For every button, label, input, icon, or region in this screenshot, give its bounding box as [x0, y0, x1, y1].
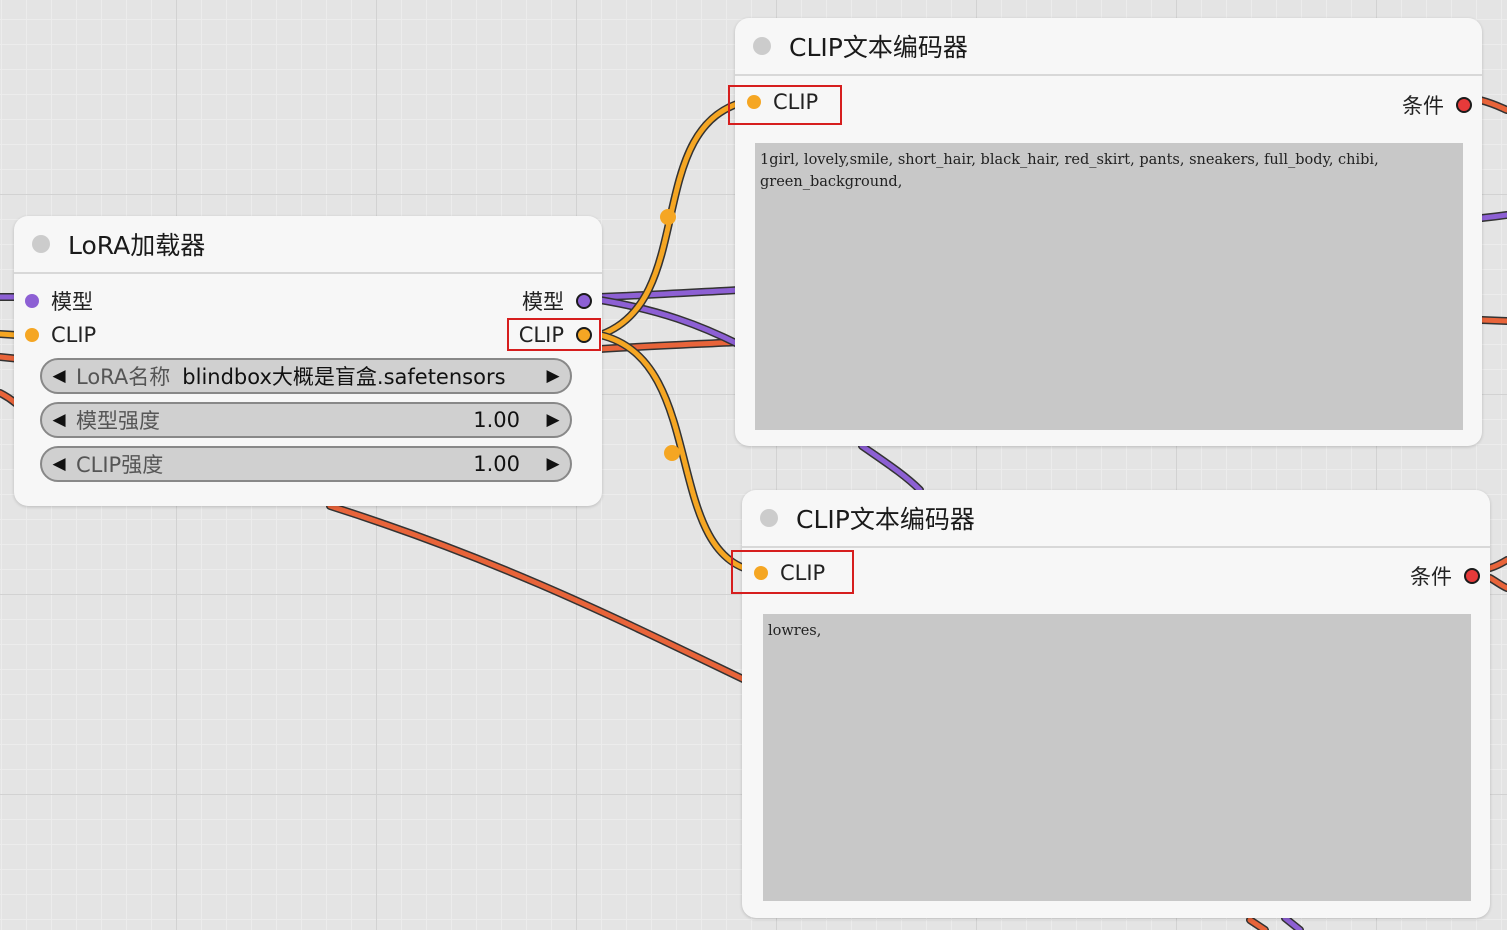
arrow-left-icon[interactable]: ◀ — [42, 410, 76, 430]
link-midpoint-dot[interactable] — [660, 209, 676, 225]
arrow-left-icon[interactable]: ◀ — [42, 366, 76, 386]
link-midpoint-dot[interactable] — [664, 445, 680, 461]
arrow-left-icon[interactable]: ◀ — [42, 454, 76, 474]
clip-input-dot-icon[interactable] — [25, 328, 39, 342]
node-title: CLIP文本编码器 — [796, 505, 975, 534]
slot-label: 条件 — [1402, 94, 1444, 118]
collapse-dot-icon[interactable] — [753, 37, 771, 55]
input-slot-model[interactable]: 模型 — [25, 286, 93, 316]
clip-text-encoder-node-positive[interactable]: CLIP文本编码器 CLIP 条件 1girl, lovely,smile, s… — [728, 18, 1482, 446]
widget-label: LoRA名称 — [76, 365, 171, 389]
model-strength-slider[interactable]: ◀ 模型强度 1.00 ▶ — [40, 402, 572, 438]
slot-label: 模型 — [522, 290, 564, 314]
widget-label: CLIP强度 — [76, 453, 164, 477]
clip-strength-slider[interactable]: ◀ CLIP强度 1.00 ▶ — [40, 446, 572, 482]
clip-text-encoder-node-negative[interactable]: CLIP文本编码器 CLIP 条件 lowres, — [731, 490, 1490, 918]
arrow-right-icon[interactable]: ▶ — [536, 410, 570, 430]
widget-label: 模型强度 — [76, 409, 160, 433]
widget-value: blindbox大概是盲盒.safetensors — [182, 365, 506, 389]
collapse-dot-icon[interactable] — [760, 509, 778, 527]
collapse-dot-icon[interactable] — [32, 235, 50, 253]
arrow-right-icon[interactable]: ▶ — [536, 366, 570, 386]
prompt-textarea[interactable]: lowres, — [763, 614, 1471, 901]
slot-label: CLIP — [51, 323, 97, 347]
highlight-box — [507, 318, 601, 351]
output-slot-model[interactable]: 模型 — [522, 286, 592, 316]
input-slot-clip[interactable]: CLIP — [25, 323, 96, 347]
widget-value: 1.00 — [473, 452, 520, 476]
prompt-textarea[interactable]: 1girl, lovely,smile, short_hair, black_h… — [755, 143, 1463, 430]
lora-name-combo[interactable]: ◀ LoRA名称 blindbox大概是盲盒.safetensors ▶ — [40, 358, 572, 394]
slot-label: 模型 — [51, 290, 93, 314]
widget-value: 1.00 — [473, 408, 520, 432]
node-title-bar[interactable]: CLIP文本编码器 — [742, 490, 1490, 548]
highlight-box — [731, 550, 854, 594]
model-output-dot-icon[interactable] — [576, 293, 592, 309]
conditioning-output-dot-icon[interactable] — [1464, 568, 1480, 584]
node-title: CLIP文本编码器 — [789, 33, 968, 62]
model-input-dot-icon[interactable] — [25, 294, 39, 308]
slot-label: 条件 — [1410, 565, 1452, 589]
node-title-bar[interactable]: CLIP文本编码器 — [735, 18, 1482, 76]
conditioning-output-dot-icon[interactable] — [1456, 97, 1472, 113]
highlight-box — [728, 85, 842, 125]
arrow-right-icon[interactable]: ▶ — [536, 454, 570, 474]
node-title-bar[interactable]: LoRA加载器 — [14, 216, 602, 274]
output-slot-conditioning[interactable]: 条件 — [1402, 90, 1472, 120]
output-slot-conditioning[interactable]: 条件 — [1410, 561, 1480, 591]
lora-loader-node[interactable]: LoRA加载器 模型 CLIP 模型 CLIP ◀ LoRA名称 blindbo… — [14, 216, 602, 506]
node-title: LoRA加载器 — [68, 231, 206, 260]
